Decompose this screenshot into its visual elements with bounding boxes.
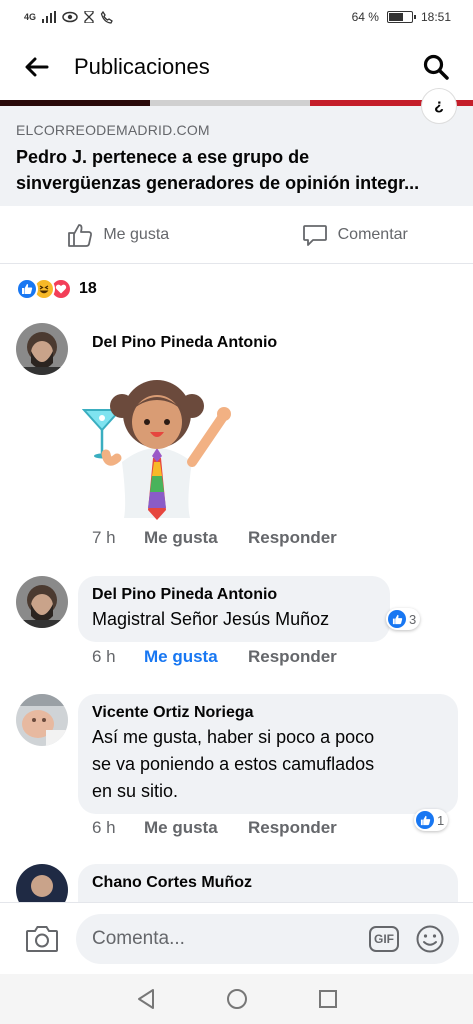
comment-like-button[interactable]: Me gusta — [144, 528, 248, 548]
thumbs-up-icon — [68, 223, 93, 247]
comment-reaction-count: 1 — [437, 812, 445, 828]
avatar[interactable] — [16, 576, 68, 628]
comment-reactions[interactable]: 3 — [386, 608, 421, 630]
nav-home-button[interactable] — [222, 984, 252, 1014]
comment-input-container[interactable]: GIF — [76, 913, 459, 964]
comment-reply-button[interactable]: Responder — [248, 528, 337, 548]
back-button[interactable] — [20, 50, 54, 84]
comment-author[interactable]: Del Pino Pineda Antonio — [92, 334, 277, 352]
comment-input[interactable] — [92, 927, 369, 950]
comment-meta: 6 h Me gusta Responder — [92, 647, 337, 667]
comment-time: 6 h — [92, 818, 116, 837]
comment-button[interactable]: Comentar — [237, 206, 473, 263]
battery-percent: 64 % — [351, 10, 379, 24]
post-action-bar: Me gusta Comentar — [0, 206, 473, 264]
comment-meta: 7 h Me gusta Responder — [92, 528, 337, 548]
status-icons: 4G — [24, 10, 113, 24]
battery-level — [388, 13, 404, 21]
page-title: Publicaciones — [74, 54, 210, 79]
top-header: Publicaciones — [0, 34, 473, 100]
bartender-girl-sticker — [81, 370, 232, 527]
emoji-icon[interactable] — [415, 924, 445, 954]
reactions-summary[interactable]: 18 — [16, 278, 97, 300]
like-reaction-icon — [416, 811, 434, 829]
comment-reply-button[interactable]: Responder — [248, 647, 337, 667]
comment-text: Así me gusta, haber si poco a poco se va… — [92, 727, 375, 801]
link-domain: ELCORREODEMADRID.COM — [16, 122, 210, 138]
call-icon — [100, 10, 113, 24]
comment-meta: 6 h Me gusta Responder — [92, 818, 337, 838]
search-icon — [423, 54, 449, 80]
comment-time: 6 h — [92, 647, 116, 666]
comment-reaction-count: 3 — [409, 611, 417, 627]
search-button[interactable] — [419, 50, 453, 84]
like-button[interactable]: Me gusta — [0, 206, 237, 263]
back-arrow-icon — [25, 57, 49, 77]
comment-label: Comentar — [337, 225, 408, 243]
comment-reactions[interactable]: 1 — [414, 809, 449, 831]
camera-icon — [26, 925, 58, 952]
link-info-button[interactable]: ¿ — [421, 88, 457, 124]
comment-author[interactable]: Vicente Ortiz Noriega — [92, 704, 444, 722]
comment-time: 7 h — [92, 528, 116, 547]
eye-icon — [62, 11, 78, 23]
comment-text: Magistral Señor Jesús Muñoz — [92, 609, 330, 629]
comment-bubble-icon — [302, 224, 327, 246]
comment-bubble[interactable]: Del Pino Pineda Antonio Magistral Señor … — [78, 576, 390, 642]
comment-reply-button[interactable]: Responder — [248, 818, 337, 838]
status-system: 64 % 18:51 — [352, 10, 451, 24]
network-type: 4G — [24, 12, 37, 22]
avatar[interactable] — [16, 694, 68, 746]
avatar-photo — [16, 323, 68, 375]
nav-back-button[interactable] — [131, 984, 161, 1014]
circle-home-icon — [226, 989, 247, 1009]
avatar-photo — [16, 694, 68, 746]
triangle-back-icon — [137, 989, 154, 1009]
like-reaction-icon — [388, 610, 406, 628]
comment-author[interactable]: Chano Cortes Muñoz — [92, 874, 444, 892]
comment-bubble[interactable]: Vicente Ortiz Noriega Así me gusta, habe… — [78, 694, 458, 814]
comment-author[interactable]: Del Pino Pineda Antonio — [92, 586, 376, 604]
hourglass-icon — [84, 11, 94, 23]
battery-icon — [386, 11, 416, 23]
gif-button[interactable]: GIF — [369, 925, 399, 952]
status-bar: 4G 64 % 18:51 — [0, 0, 473, 34]
like-reaction-icon — [16, 278, 38, 300]
avatar[interactable] — [16, 323, 68, 375]
like-label: Me gusta — [103, 225, 170, 243]
clock: 18:51 — [420, 10, 451, 24]
camera-button[interactable] — [24, 921, 60, 957]
link-preview-card[interactable]: ELCORREODEMADRID.COM Pedro J. pertenece … — [0, 106, 473, 206]
comment-like-button[interactable]: Me gusta — [144, 647, 248, 667]
square-recents-icon — [318, 990, 337, 1008]
system-nav-bar — [0, 974, 473, 1024]
avatar-photo — [16, 576, 68, 628]
reaction-count: 18 — [79, 280, 97, 297]
comment-like-button[interactable]: Me gusta — [144, 818, 248, 838]
nav-recents-button[interactable] — [313, 984, 343, 1014]
signal-icon — [42, 11, 57, 23]
link-title: Pedro J. pertenece a ese grupo de sinver… — [16, 147, 420, 193]
comment-composer: GIF — [0, 902, 473, 974]
